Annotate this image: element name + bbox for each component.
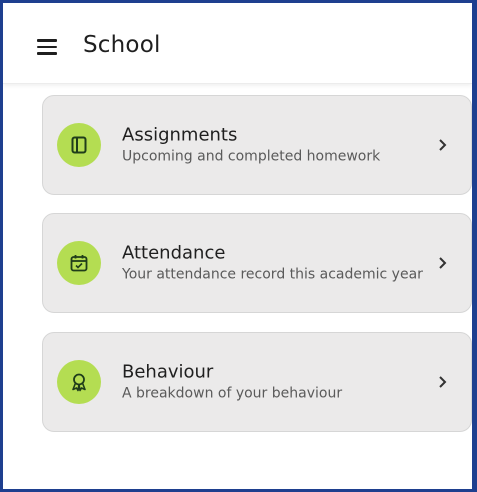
- assignments-icon-badge: [57, 123, 101, 167]
- app-frame: School Assignments Upcoming and complete…: [0, 0, 477, 492]
- chevron-right-icon: [439, 139, 447, 151]
- assignments-title: Assignments: [122, 124, 238, 146]
- attendance-icon-badge: [57, 241, 101, 285]
- notebook-icon: [71, 136, 87, 154]
- assignments-text: Assignments Upcoming and completed homew…: [122, 125, 427, 166]
- attendance-subtitle: Your attendance record this academic yea…: [122, 266, 423, 283]
- attendance-text: Attendance Your attendance record this a…: [122, 243, 427, 284]
- attendance-card[interactable]: Attendance Your attendance record this a…: [42, 213, 472, 313]
- assignments-subtitle: Upcoming and completed homework: [122, 148, 381, 165]
- award-ribbon-icon: [72, 373, 86, 392]
- assignments-card[interactable]: Assignments Upcoming and completed homew…: [42, 95, 472, 195]
- hamburger-menu-icon[interactable]: [37, 39, 57, 55]
- behaviour-title: Behaviour: [122, 361, 214, 383]
- behaviour-icon-badge: [57, 360, 101, 404]
- attendance-title: Attendance: [122, 242, 226, 264]
- app-bar: School: [3, 3, 472, 84]
- behaviour-card[interactable]: Behaviour A breakdown of your behaviour: [42, 332, 472, 432]
- page-title: School: [83, 32, 161, 58]
- chevron-right-icon: [439, 376, 447, 388]
- behaviour-text: Behaviour A breakdown of your behaviour: [122, 362, 427, 403]
- calendar-check-icon: [70, 255, 88, 272]
- chevron-right-icon: [439, 257, 447, 269]
- behaviour-subtitle: A breakdown of your behaviour: [122, 385, 343, 402]
